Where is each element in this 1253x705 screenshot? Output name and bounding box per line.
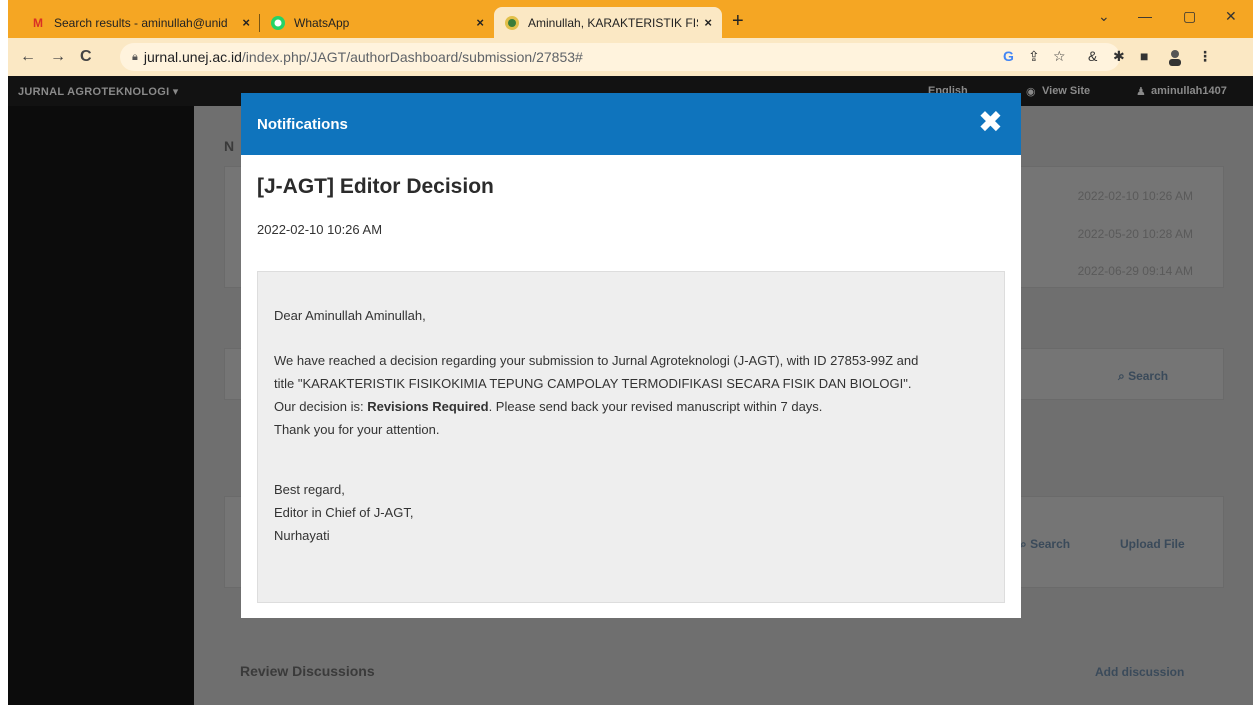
tab-journal-active[interactable]: Aminullah, KARAKTERISTIK FISIK ×	[494, 7, 722, 38]
modal-header-title: Notifications	[257, 116, 348, 133]
search-link[interactable]: ⌕ Search	[1118, 369, 1168, 384]
list-item-date: 2022-02-10 10:26 AM	[1077, 189, 1193, 203]
message-decision: Our decision is: Revisions Required. Ple…	[274, 399, 823, 414]
message-line: title "KARAKTERISTIK FISIKOKIMIA TEPUNG …	[274, 376, 912, 391]
review-discussions-title: Review Discussions	[240, 663, 375, 679]
sidepanel-icon[interactable]: ■	[1140, 48, 1148, 64]
notification-title: [J-AGT] Editor Decision	[257, 175, 494, 198]
tab-whatsapp[interactable]: WhatsApp ×	[260, 7, 494, 38]
new-tab-button[interactable]: +	[732, 10, 744, 33]
search-icon: ⌕	[1020, 537, 1031, 551]
close-icon[interactable]: ×	[476, 15, 484, 30]
view-site-link[interactable]: View Site	[1042, 85, 1090, 97]
window-close-icon[interactable]: ✕	[1225, 8, 1237, 25]
decision-value: Revisions Required	[367, 399, 489, 414]
notification-modal: Notifications ✖ [J-AGT] Editor Decision …	[241, 93, 1021, 618]
reload-icon[interactable]: C	[80, 48, 92, 66]
tab-title: Aminullah, KARAKTERISTIK FISIK	[528, 15, 699, 30]
url-text: jurnal.unej.ac.id/index.php/JAGT/authorD…	[143, 49, 583, 65]
site-brand[interactable]: JURNAL AGROTEKNOLOGI ▾	[18, 85, 179, 98]
google-icon[interactable]: G	[1003, 48, 1014, 64]
tab-title: Search results - aminullah@unid	[54, 15, 228, 30]
user-menu[interactable]: aminullah1407	[1151, 85, 1227, 97]
forward-icon[interactable]: →	[50, 48, 66, 66]
whatsapp-icon	[270, 15, 286, 31]
browser-tab-bar: M Search results - aminullah@unid × What…	[8, 0, 1253, 38]
close-icon[interactable]: ×	[704, 15, 712, 30]
message-signature-name: Nurhayati	[274, 528, 330, 543]
tab-search-icon[interactable]: ⌄	[1098, 8, 1110, 25]
journal-icon	[504, 15, 520, 31]
add-discussion-link[interactable]: Add discussion	[1095, 665, 1184, 679]
browser-toolbar: ← → C 🔒︎ jurnal.unej.ac.id/index.php/JAG…	[8, 38, 1253, 76]
search-icon: ⌕	[1118, 369, 1129, 383]
message-line: Thank you for your attention.	[274, 422, 440, 437]
message-signature-role: Editor in Chief of J-AGT,	[274, 505, 414, 520]
eye-icon: ◉	[1026, 86, 1036, 98]
gmail-icon: M	[33, 15, 43, 30]
modal-header: Notifications ✖	[241, 93, 1021, 155]
puzzle-icon[interactable]: ✱	[1113, 48, 1125, 65]
list-item-date: 2022-06-29 09:14 AM	[1077, 264, 1193, 278]
close-icon[interactable]: ×	[242, 15, 250, 30]
restore-icon[interactable]: ▢	[1183, 8, 1196, 25]
menu-icon[interactable]: ⋮	[1198, 48, 1212, 65]
avatar[interactable]	[1166, 48, 1184, 69]
sidebar	[8, 106, 194, 705]
list-item-date: 2022-05-20 10:28 AM	[1077, 227, 1193, 241]
message-line: We have reached a decision regarding you…	[274, 353, 919, 368]
upload-file-link[interactable]: Upload File	[1120, 537, 1185, 551]
message-salutation: Dear Aminullah Aminullah,	[274, 308, 426, 323]
bookmark-star-icon[interactable]: ☆	[1053, 48, 1066, 65]
message-closing: Best regard,	[274, 482, 345, 497]
lock-icon: 🔒︎	[132, 50, 138, 63]
tab-title: WhatsApp	[294, 15, 350, 30]
panel-title: N	[224, 138, 235, 154]
back-icon[interactable]: ←	[20, 48, 36, 66]
search-link[interactable]: ⌕ Search	[1020, 537, 1070, 552]
address-bar[interactable]: 🔒︎ jurnal.unej.ac.id/index.php/JAGT/auth…	[120, 43, 1120, 71]
share-icon[interactable]: ⇪	[1028, 48, 1040, 65]
notification-date: 2022-02-10 10:26 AM	[257, 222, 383, 237]
message-body: Dear Aminullah Aminullah, We have reache…	[257, 271, 1005, 603]
user-icon: ♟	[1136, 86, 1146, 98]
close-icon[interactable]: ✖	[978, 108, 1003, 138]
tab-gmail[interactable]: M Search results - aminullah@unid ×	[20, 7, 260, 38]
extension-icon[interactable]: &	[1088, 48, 1097, 64]
minimize-icon[interactable]: —	[1138, 8, 1152, 24]
